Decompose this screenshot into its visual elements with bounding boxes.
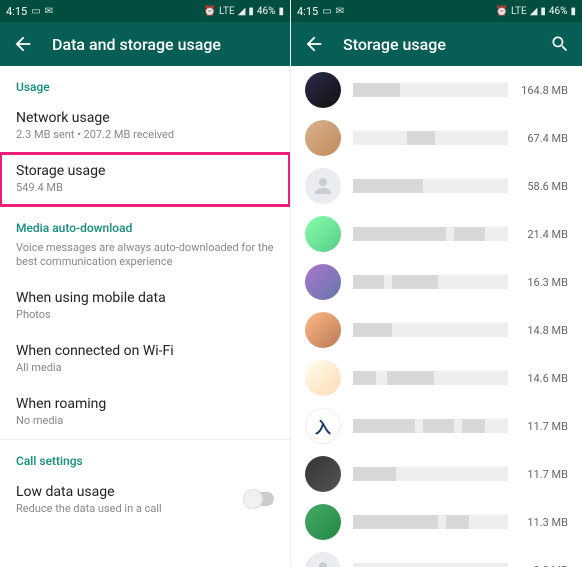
avatar (305, 456, 341, 492)
chat-name-redacted (353, 323, 508, 337)
chat-size: 14.8 MB (520, 324, 568, 337)
chat-name-redacted (353, 515, 508, 529)
mobile-data-sub: Photos (16, 308, 274, 321)
avatar (305, 312, 341, 348)
call-settings-header: Call settings (0, 440, 290, 474)
chat-storage-row[interactable]: 58.6 MB (291, 162, 582, 210)
chat-storage-row[interactable]: 11.7 MB (291, 450, 582, 498)
storage-usage-row[interactable]: Storage usage 549.4 MB (0, 153, 290, 206)
avatar (305, 120, 341, 156)
status-time: 4:15 (6, 5, 27, 18)
chat-name-redacted (353, 179, 508, 193)
lte-icon: LTE (511, 6, 527, 17)
chat-size: 164.8 MB (520, 84, 568, 97)
app-bar: Data and storage usage (0, 22, 290, 66)
avatar (305, 168, 341, 204)
screenshot-icon: ▭ (31, 6, 40, 17)
chat-name-redacted (353, 371, 508, 385)
chat-storage-row[interactable]: 164.8 MB (291, 66, 582, 114)
battery-text: 46% (257, 6, 276, 17)
page-title: Storage usage (343, 35, 532, 54)
page-title: Data and storage usage (52, 35, 278, 54)
chat-storage-row[interactable]: 14.8 MB (291, 306, 582, 354)
lte-icon: LTE (219, 6, 235, 17)
chat-size: 21.4 MB (520, 228, 568, 241)
low-data-row[interactable]: Low data usage Reduce the data used in a… (0, 474, 290, 527)
data-storage-screen: 4:15 ▭ ✉ ⏰ LTE ◢ ▮ 46% ▮ Data and storag… (0, 0, 291, 567)
avatar (305, 216, 341, 252)
wifi-title: When connected on Wi-Fi (16, 343, 274, 359)
status-bar: 4:15 ▭ ✉ ⏰ LTE ◢ ▮ 46% ▮ (291, 0, 582, 22)
chat-name-redacted (353, 227, 508, 241)
mail-icon: ✉ (336, 6, 344, 17)
chat-list: 164.8 MB 67.4 MB 58.6 MB 21.4 MB 16.3 MB 14.8… (291, 66, 582, 567)
network-usage-sub: 2.3 MB sent • 207.2 MB received (16, 128, 274, 141)
network-usage-row[interactable]: Network usage 2.3 MB sent • 207.2 MB rec… (0, 100, 290, 153)
search-icon[interactable] (550, 34, 570, 54)
mobile-data-row[interactable]: When using mobile data Photos (0, 280, 290, 333)
low-data-sub: Reduce the data used in a call (16, 502, 244, 515)
mail-icon: ✉ (45, 6, 53, 17)
storage-usage-screen: 4:15 ▭ ✉ ⏰ LTE ◢ ▮ 46% ▮ Storage usage 1… (291, 0, 582, 567)
network-usage-title: Network usage (16, 110, 274, 126)
chat-name-redacted (353, 131, 508, 145)
app-bar: Storage usage (291, 22, 582, 66)
status-time: 4:15 (297, 5, 318, 18)
chat-storage-row[interactable]: 67.4 MB (291, 114, 582, 162)
avatar (305, 264, 341, 300)
chat-size: 58.6 MB (520, 180, 568, 193)
chat-name-redacted (353, 275, 508, 289)
auto-download-header: Media auto-download (0, 207, 290, 241)
storage-usage-title: Storage usage (16, 163, 274, 179)
chat-storage-row[interactable]: 16.3 MB (291, 258, 582, 306)
avatar (305, 360, 341, 396)
chat-size: 9.2 MB (520, 564, 568, 567)
back-icon[interactable] (303, 33, 325, 55)
roaming-sub: No media (16, 414, 274, 427)
avatar (305, 504, 341, 540)
chat-name-redacted (353, 83, 508, 97)
chat-size: 16.3 MB (520, 276, 568, 289)
battery-icon: ▮ (570, 6, 576, 17)
back-icon[interactable] (12, 33, 34, 55)
screenshot-icon: ▭ (322, 6, 331, 17)
wifi-icon: ◢ (238, 6, 246, 17)
chat-name-redacted (353, 563, 508, 567)
battery-text: 46% (549, 6, 568, 17)
signal-icon: ▮ (540, 6, 546, 17)
wifi-icon: ◢ (530, 6, 538, 17)
chat-storage-row[interactable]: 9.2 MB (291, 546, 582, 567)
auto-download-helper: Voice messages are always auto-downloade… (0, 241, 290, 280)
wifi-row[interactable]: When connected on Wi-Fi All media (0, 333, 290, 386)
alarm-icon: ⏰ (204, 6, 216, 17)
avatar (305, 552, 341, 567)
chat-size: 14.6 MB (520, 372, 568, 385)
chat-size: 11.7 MB (520, 420, 568, 433)
low-data-toggle[interactable] (244, 492, 274, 506)
chat-size: 11.7 MB (520, 468, 568, 481)
signal-icon: ▮ (248, 6, 254, 17)
roaming-row[interactable]: When roaming No media (0, 386, 290, 439)
status-bar: 4:15 ▭ ✉ ⏰ LTE ◢ ▮ 46% ▮ (0, 0, 290, 22)
alarm-icon: ⏰ (496, 6, 508, 17)
usage-header: Usage (0, 66, 290, 100)
avatar: 入 (305, 408, 341, 444)
settings-list: Usage Network usage 2.3 MB sent • 207.2 … (0, 66, 290, 567)
low-data-title: Low data usage (16, 484, 244, 500)
avatar (305, 72, 341, 108)
storage-usage-sub: 549.4 MB (16, 181, 274, 194)
chat-name-redacted (353, 467, 508, 481)
roaming-title: When roaming (16, 396, 274, 412)
chat-name-redacted (353, 419, 508, 433)
chat-storage-row[interactable]: 21.4 MB (291, 210, 582, 258)
mobile-data-title: When using mobile data (16, 290, 274, 306)
battery-icon: ▮ (278, 6, 284, 17)
chat-storage-row[interactable]: 11.3 MB (291, 498, 582, 546)
chat-storage-row[interactable]: 入 11.7 MB (291, 402, 582, 450)
chat-size: 67.4 MB (520, 132, 568, 145)
chat-storage-row[interactable]: 14.6 MB (291, 354, 582, 402)
chat-size: 11.3 MB (520, 516, 568, 529)
wifi-sub: All media (16, 361, 274, 374)
